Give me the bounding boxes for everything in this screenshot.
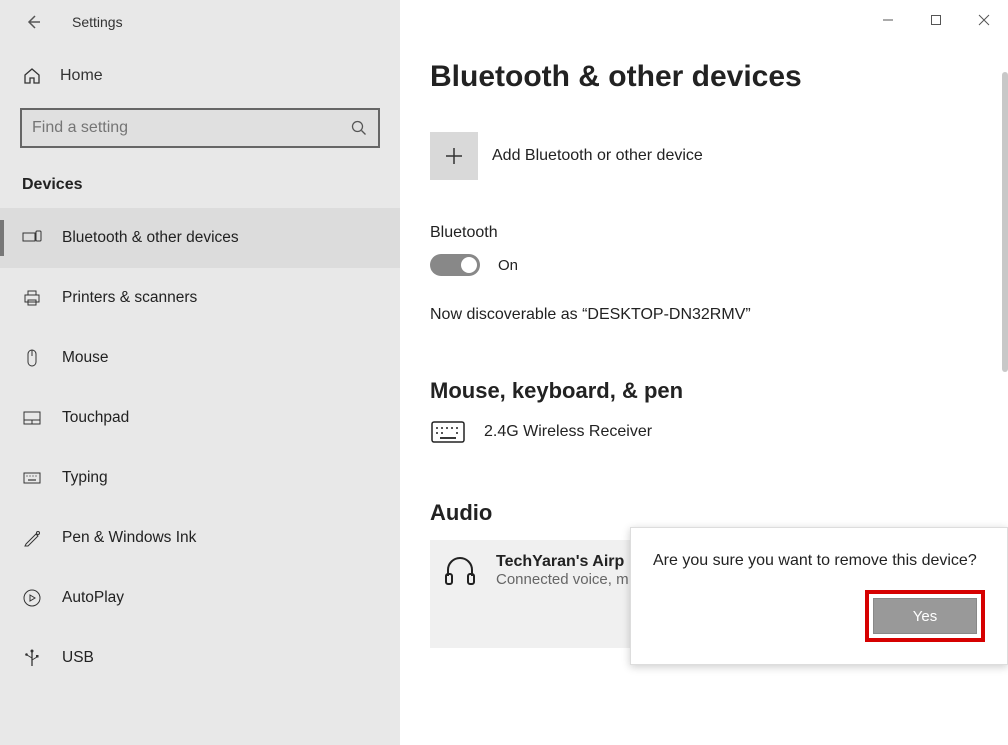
device-name: 2.4G Wireless Receiver [484,423,652,441]
nav-home[interactable]: Home [0,44,400,108]
printer-icon [22,288,42,308]
nav-printers[interactable]: Printers & scanners [0,268,400,328]
close-icon [978,14,990,26]
home-icon [22,66,42,86]
bluetooth-devices-icon [22,228,42,248]
keyboard-device-icon [430,418,466,446]
maximize-button[interactable] [912,0,960,40]
section-label-devices: Devices [0,162,400,208]
nav-label: Touchpad [62,409,129,427]
popup-yes-highlight: Yes [865,590,985,642]
nav-home-label: Home [60,67,103,85]
minimize-icon [882,14,894,26]
popup-yes-button[interactable]: Yes [873,598,977,634]
popup-message: Are you sure you want to remove this dev… [653,550,985,572]
device-wireless-receiver[interactable]: 2.4G Wireless Receiver [430,418,1008,446]
mouse-icon [22,348,42,368]
section-mouse-keyboard: Mouse, keyboard, & pen [430,378,1008,404]
scrollbar[interactable] [1002,72,1008,372]
nav-label: USB [62,649,94,667]
nav-label: Mouse [62,349,109,367]
search-input[interactable] [32,119,350,137]
discoverable-text: Now discoverable as “DESKTOP-DN32RMV” [430,306,1008,324]
nav-pen[interactable]: Pen & Windows Ink [0,508,400,568]
pen-icon [22,528,42,548]
nav-label: Typing [62,469,108,487]
nav-label: Printers & scanners [62,289,197,307]
nav-mouse[interactable]: Mouse [0,328,400,388]
bluetooth-toggle-state: On [498,257,518,274]
audio-device-name: TechYaran's Airp [496,553,629,571]
maximize-icon [930,14,942,26]
minimize-button[interactable] [864,0,912,40]
window-title: Settings [72,14,123,30]
back-button[interactable] [18,7,48,37]
add-device-button[interactable]: Add Bluetooth or other device [430,132,1008,180]
keyboard-icon [22,468,42,488]
bluetooth-toggle[interactable] [430,254,480,276]
headphones-icon [442,552,478,588]
nav-autoplay[interactable]: AutoPlay [0,568,400,628]
audio-device-status: Connected voice, m [496,571,629,588]
close-button[interactable] [960,0,1008,40]
confirm-remove-popup: Are you sure you want to remove this dev… [630,527,1008,665]
autoplay-icon [22,588,42,608]
nav-touchpad[interactable]: Touchpad [0,388,400,448]
nav-label: Bluetooth & other devices [62,229,239,247]
sidebar: Settings Home Devices Bluetooth & other … [0,0,400,745]
plus-icon [443,145,465,167]
nav-bluetooth[interactable]: Bluetooth & other devices [0,208,400,268]
bluetooth-heading: Bluetooth [430,224,1008,242]
page-title: Bluetooth & other devices [430,60,1008,94]
search-box[interactable] [20,108,380,148]
nav-usb[interactable]: USB [0,628,400,688]
touchpad-icon [22,408,42,428]
nav-typing[interactable]: Typing [0,448,400,508]
add-device-label: Add Bluetooth or other device [492,147,703,165]
search-icon [350,119,368,137]
usb-icon [22,648,42,668]
nav-label: Pen & Windows Ink [62,529,196,547]
section-audio: Audio [430,500,1008,526]
nav-label: AutoPlay [62,589,124,607]
back-arrow-icon [24,13,42,31]
